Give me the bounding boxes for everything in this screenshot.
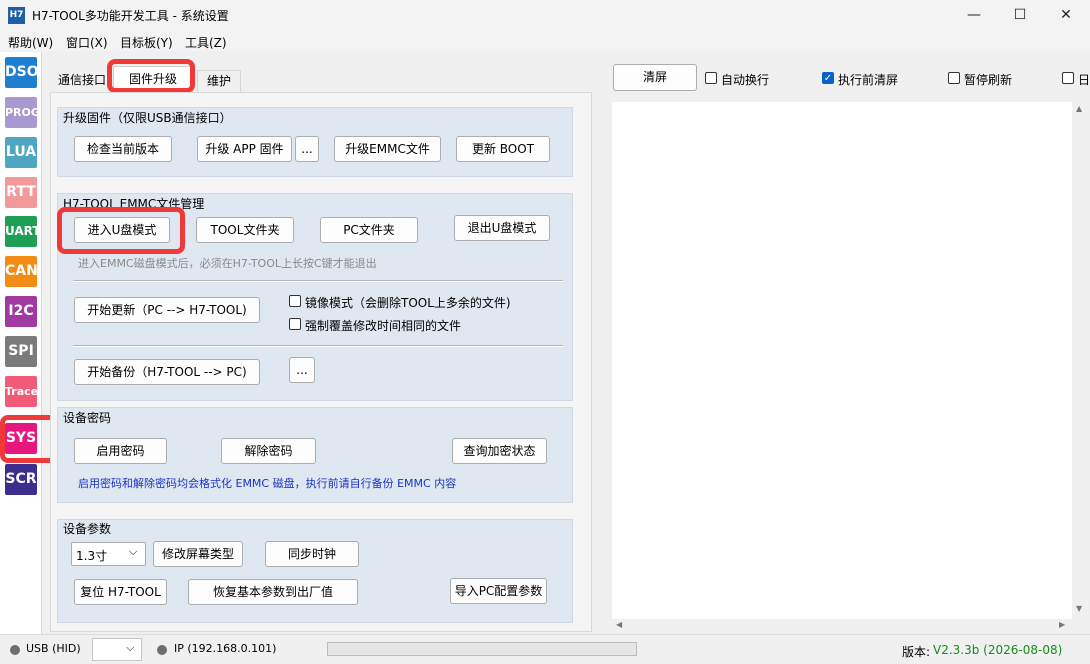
vertical-scrollbar[interactable]: ▲ ▼ [1072, 102, 1089, 619]
tool-folder-button[interactable]: TOOL文件夹 [196, 217, 294, 243]
pause-refresh-label: 暂停刷新 [964, 73, 1013, 87]
auto-wrap-label: 自动换行 [721, 73, 770, 87]
maximize-button[interactable]: ☐ [997, 0, 1043, 31]
pause-refresh-checkbox[interactable] [948, 72, 960, 84]
port-select[interactable]: ⌵ [92, 638, 142, 661]
nav-scr-button[interactable]: SCR [5, 464, 37, 495]
window-title: H7-TOOL多功能开发工具 - 系统设置 [32, 9, 229, 23]
nav-trace-button[interactable]: Trace [5, 376, 38, 407]
update-boot-button[interactable]: 更新 BOOT [456, 136, 550, 162]
ip-status-icon [157, 645, 167, 655]
ip-status: IP (192.168.0.101) [174, 642, 277, 655]
status-bar: USB (HID) ⌵ IP (192.168.0.101) 版本: V2.3.… [0, 634, 1090, 664]
title-bar: H7 H7-TOOL多功能开发工具 - 系统设置 — ☐ ✕ [0, 0, 1090, 31]
auto-wrap-checkbox[interactable] [705, 72, 717, 84]
udisk-highlight-box [57, 207, 185, 254]
sync-clock-button[interactable]: 同步时钟 [265, 541, 359, 567]
nav-dso-button[interactable]: DSO [5, 57, 39, 88]
version-value: V2.3.3b (2026-08-08) [933, 643, 1063, 657]
exit-udisk-button[interactable]: 退出U盘模式 [454, 215, 550, 241]
browse-app-button[interactable]: ... [295, 136, 319, 162]
reset-device-button[interactable]: 复位 H7-TOOL [74, 579, 167, 605]
usb-status-icon [10, 645, 20, 655]
menu-tools[interactable]: 工具(Z) [185, 34, 227, 51]
chevron-down-icon: ⌵ [129, 545, 138, 558]
minimize-button[interactable]: — [951, 0, 997, 31]
screen-size-value: 1.3寸 [76, 549, 108, 563]
nav-uart-button[interactable]: UART [5, 216, 41, 247]
nav-can-button[interactable]: CAN [5, 256, 38, 287]
usb-status: USB (HID) [26, 642, 81, 655]
params-group [57, 519, 573, 623]
disable-password-button[interactable]: 解除密码 [221, 438, 316, 464]
restore-defaults-button[interactable]: 恢复基本参数到出厂值 [188, 579, 358, 605]
tab-maintenance[interactable]: 维护 [197, 70, 241, 92]
firmware-group-title: 升级固件（仅限USB通信接口） [63, 111, 232, 125]
emmc-hint: 进入EMMC磁盘模式后，必须在H7-TOOL上长按C键才能退出 [78, 257, 377, 270]
clear-screen-button[interactable]: 清屏 [613, 64, 697, 91]
check-version-button[interactable]: 检查当前版本 [74, 136, 172, 162]
clear-before-exec-checkbox[interactable]: ✓ [822, 72, 834, 84]
menu-help[interactable]: 帮助(W) [8, 34, 53, 51]
close-button[interactable]: ✕ [1043, 0, 1089, 31]
log-label: 日 [1078, 73, 1090, 87]
query-encryption-button[interactable]: 查询加密状态 [452, 438, 547, 464]
menu-target-board[interactable]: 目标板(Y) [120, 34, 173, 51]
nav-rtt-button[interactable]: RTT [5, 177, 37, 208]
change-screen-type-button[interactable]: 修改屏幕类型 [153, 541, 243, 567]
log-checkbox[interactable] [1062, 72, 1074, 84]
separator [73, 280, 563, 282]
force-overwrite-checkbox[interactable] [289, 318, 301, 330]
menu-window[interactable]: 窗口(X) [66, 34, 108, 51]
password-group-title: 设备密码 [63, 411, 112, 425]
mirror-mode-checkbox[interactable] [289, 295, 301, 307]
scroll-down-icon[interactable]: ▼ [1076, 604, 1082, 613]
start-update-button[interactable]: 开始更新（PC --> H7-TOOL) [74, 297, 260, 323]
firmware-tab-highlight-box [107, 59, 195, 93]
horizontal-scrollbar[interactable]: ◀ ▶ [612, 619, 1072, 633]
nav-lua-button[interactable]: LUA [5, 137, 37, 168]
progress-bar [327, 642, 637, 656]
screen-size-select[interactable]: 1.3寸 ⌵ [71, 542, 146, 566]
import-pc-config-button[interactable]: 导入PC配置参数 [450, 578, 547, 604]
nav-spi-button[interactable]: SPI [5, 336, 37, 367]
enable-password-button[interactable]: 启用密码 [74, 438, 167, 464]
mirror-mode-label: 镜像模式（会删除TOOL上多余的文件) [305, 296, 511, 310]
output-text-area[interactable] [612, 102, 1072, 619]
force-overwrite-label: 强制覆盖修改时间相同的文件 [305, 319, 462, 333]
scroll-left-icon[interactable]: ◀ [616, 620, 622, 629]
upgrade-app-button[interactable]: 升级 APP 固件 [197, 136, 292, 162]
separator [73, 345, 563, 347]
password-warning: 启用密码和解除密码均会格式化 EMMC 磁盘，执行前请自行备份 EMMC 内容 [78, 477, 457, 490]
tab-comm-interface[interactable]: 通信接口 [54, 70, 110, 92]
scroll-up-icon[interactable]: ▲ [1076, 104, 1082, 113]
pc-folder-button[interactable]: PC文件夹 [320, 217, 418, 243]
upgrade-emmc-button[interactable]: 升级EMMC文件 [334, 136, 441, 162]
version-label: 版本: [902, 645, 931, 659]
nav-prog-button[interactable]: PROG [5, 97, 40, 128]
nav-i2c-button[interactable]: I2C [5, 296, 37, 327]
start-backup-button[interactable]: 开始备份（H7-TOOL --> PC) [74, 359, 260, 385]
browse-backup-button[interactable]: ... [289, 357, 315, 383]
menu-bar: 帮助(W) 窗口(X) 目标板(Y) 工具(Z) [0, 31, 1090, 51]
app-icon: H7 [8, 7, 25, 24]
scroll-right-icon[interactable]: ▶ [1059, 620, 1065, 629]
params-group-title: 设备参数 [63, 522, 112, 536]
clear-before-exec-label: 执行前清屏 [838, 73, 899, 87]
chevron-down-icon: ⌵ [126, 641, 135, 654]
